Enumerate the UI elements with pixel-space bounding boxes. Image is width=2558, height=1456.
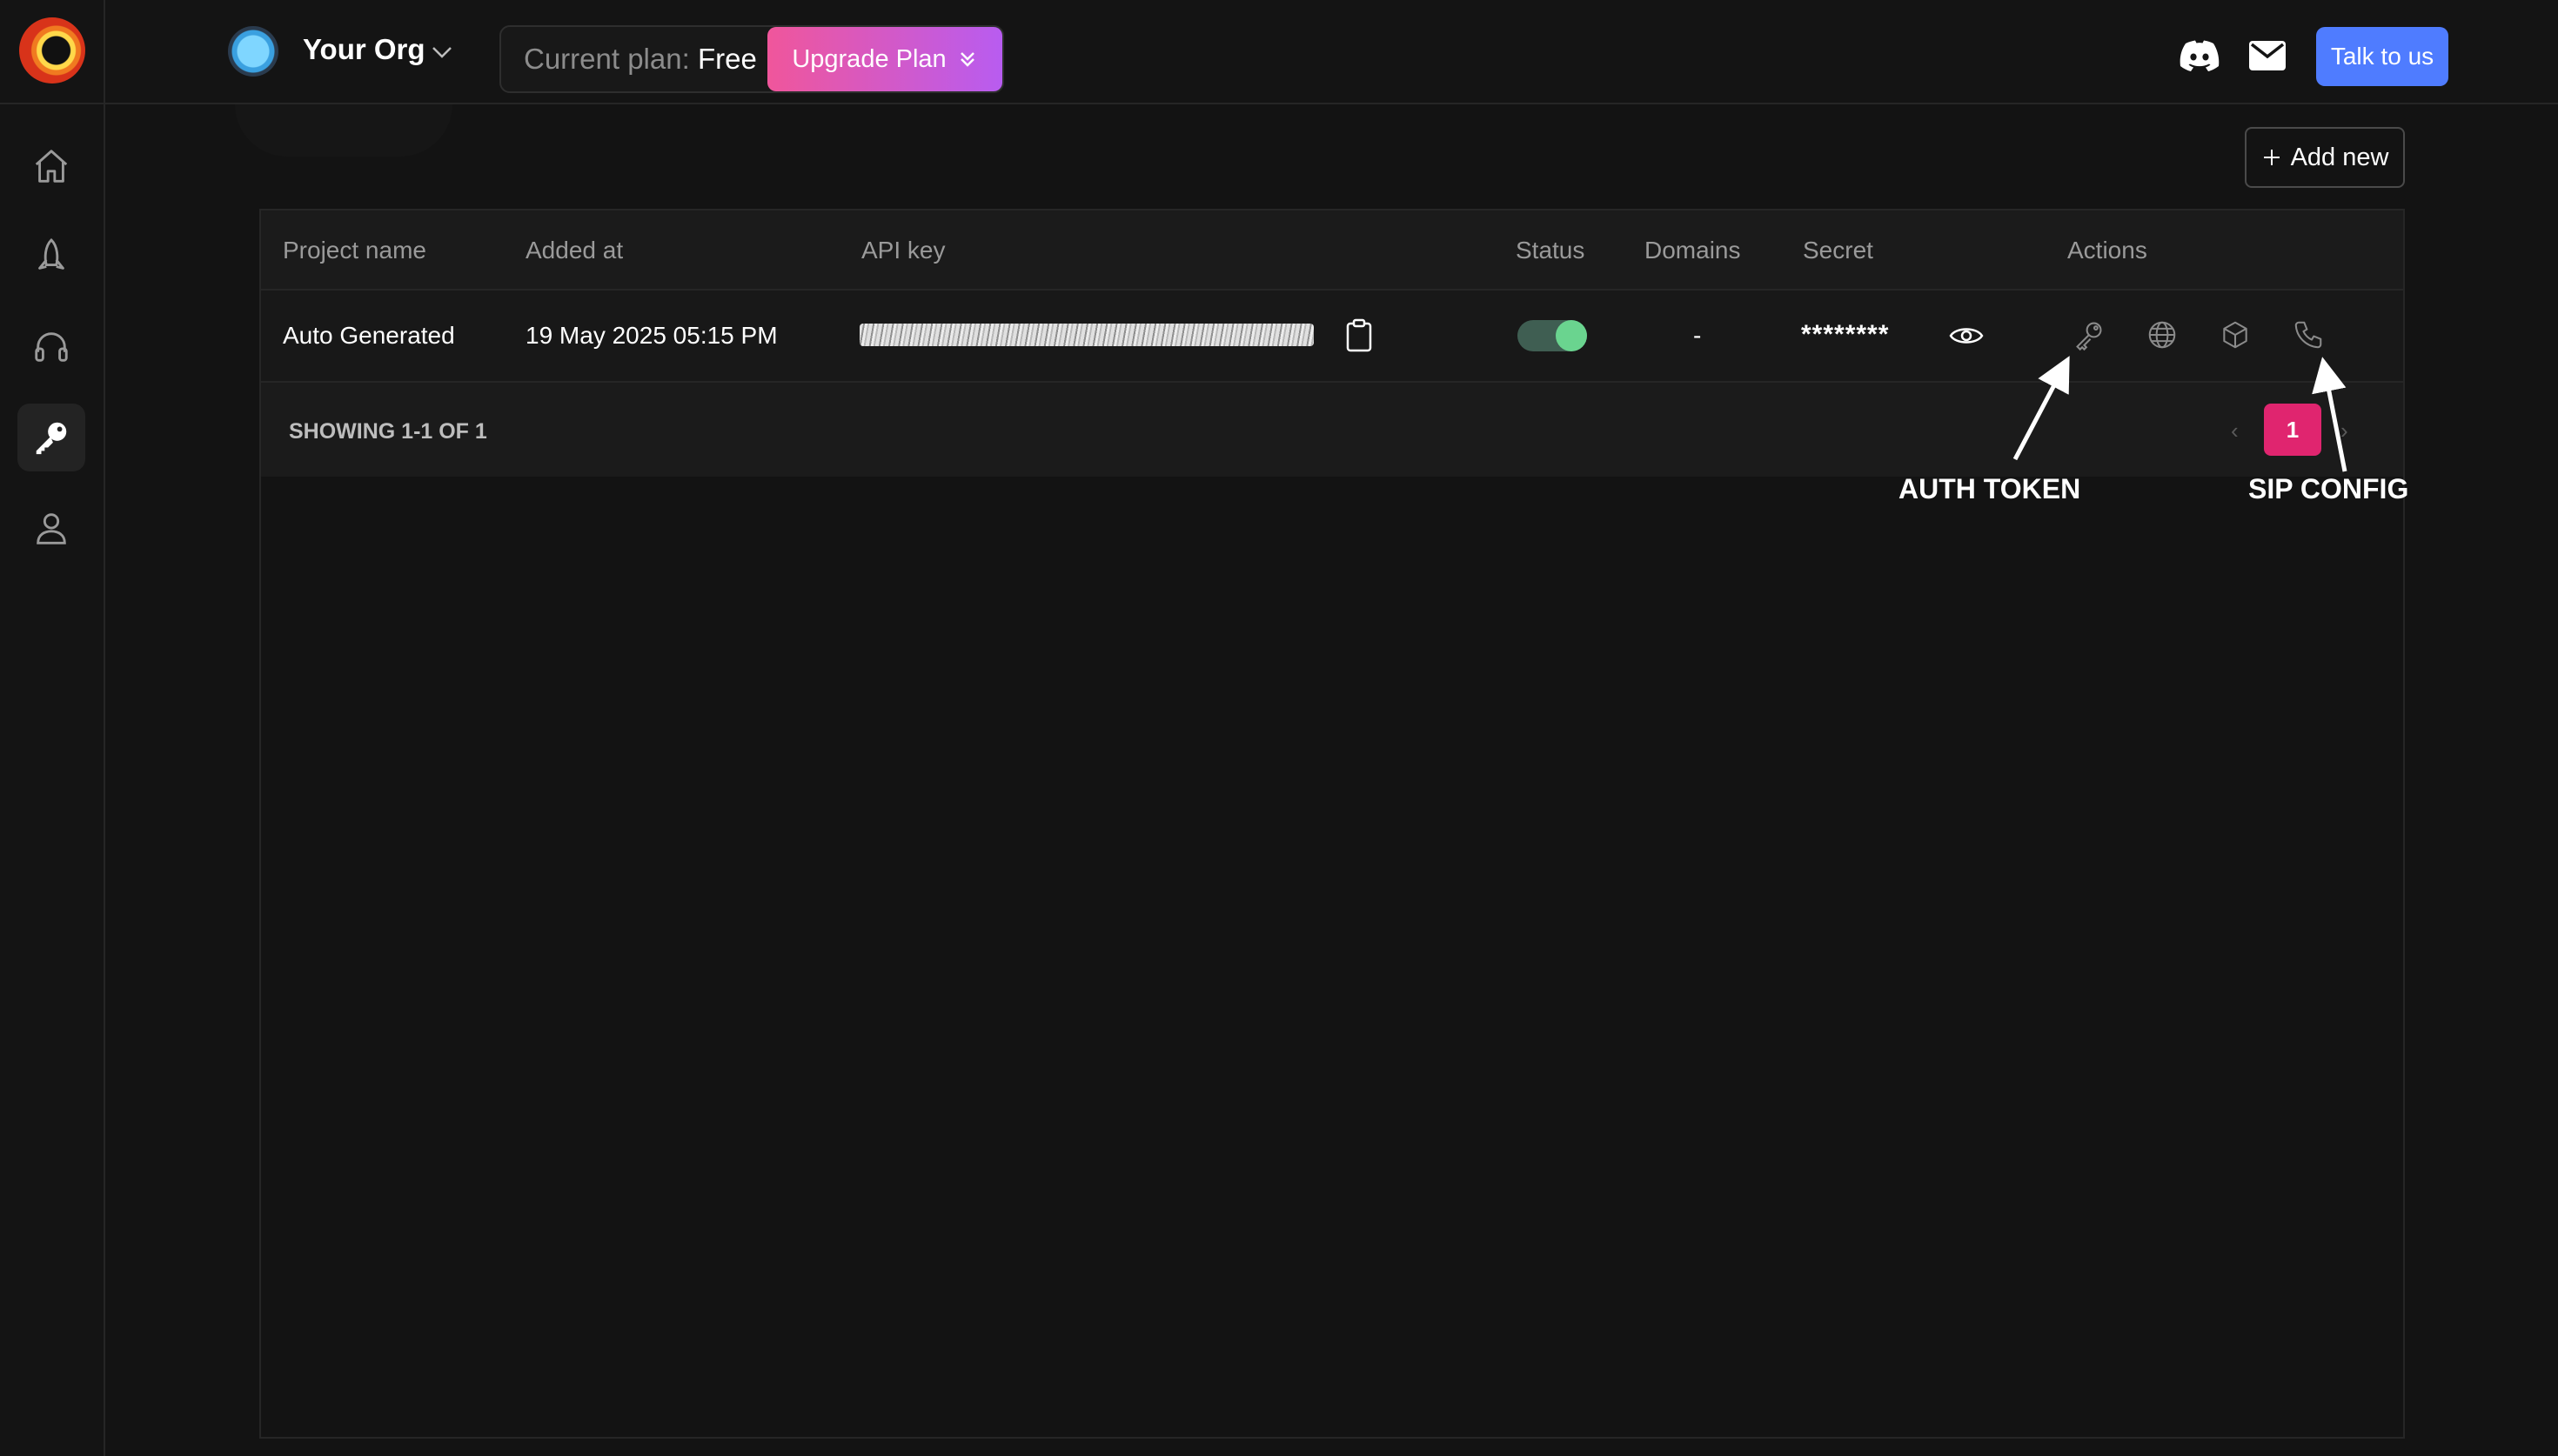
- sidebar: [0, 0, 105, 1456]
- column-header-project-name[interactable]: Project name: [283, 237, 426, 264]
- sidebar-divider: [0, 103, 104, 104]
- globe-icon[interactable]: [2146, 318, 2179, 351]
- column-header-status[interactable]: Status: [1516, 237, 1584, 264]
- chevron-down-icon[interactable]: [430, 43, 454, 61]
- project-name-cell: Auto Generated: [283, 322, 455, 349]
- sidebar-item-home[interactable]: [17, 132, 85, 200]
- phone-icon[interactable]: [2292, 318, 2325, 351]
- upgrade-plan-label: Upgrade Plan: [792, 44, 947, 73]
- current-plan: Current plan: Free: [524, 43, 757, 76]
- added-at-cell: 19 May 2025 05:15 PM: [526, 322, 778, 349]
- column-header-actions[interactable]: Actions: [2067, 237, 2147, 264]
- discord-icon[interactable]: [2179, 38, 2220, 73]
- page-1-button[interactable]: 1: [2264, 404, 2321, 456]
- column-header-api-key[interactable]: API key: [861, 237, 945, 264]
- auth-token-annotation: AUTH TOKEN: [1898, 473, 2081, 504]
- headphones-icon: [35, 332, 68, 362]
- domains-cell: -: [1693, 322, 1702, 349]
- plan-label: Current plan:: [524, 43, 690, 75]
- clipboard-icon[interactable]: [1343, 318, 1375, 353]
- eye-icon[interactable]: [1949, 320, 1984, 351]
- sidebar-item-api-keys[interactable]: [17, 404, 85, 471]
- secret-masked: ********: [1801, 320, 1890, 349]
- app-logo[interactable]: [19, 17, 85, 83]
- plan-box: Current plan: Free Upgrade Plan: [499, 25, 1004, 93]
- add-new-button[interactable]: Add new: [2245, 127, 2405, 188]
- upgrade-plan-button[interactable]: Upgrade Plan: [767, 27, 1002, 91]
- status-toggle[interactable]: [1517, 320, 1587, 351]
- rocket-icon: [38, 238, 64, 270]
- talk-to-us-button[interactable]: Talk to us: [2316, 27, 2448, 86]
- add-new-label: Add new: [2290, 143, 2389, 171]
- cube-icon[interactable]: [2219, 318, 2252, 351]
- home-icon: [35, 150, 68, 183]
- sidebar-item-deploy[interactable]: [17, 223, 85, 291]
- decorative-shadow: [235, 104, 452, 157]
- prev-page-button[interactable]: ‹: [2231, 417, 2239, 444]
- toggle-knob: [1556, 320, 1587, 351]
- org-name[interactable]: Your Org: [303, 33, 425, 66]
- plus-icon: [2263, 150, 2280, 165]
- sidebar-item-support[interactable]: [17, 313, 85, 381]
- user-icon: [37, 513, 66, 544]
- mail-icon[interactable]: [2248, 40, 2287, 71]
- key-icon[interactable]: [2073, 318, 2106, 351]
- table-footer: SHOWING 1-1 OF 1 ‹ 1 ›: [261, 383, 2403, 477]
- double-chevron-down-icon: [960, 52, 974, 67]
- api-key-redacted: [860, 324, 1314, 346]
- sidebar-item-account[interactable]: [17, 494, 85, 562]
- projects-table: Project name Added at API key Status Dom…: [259, 209, 2405, 1439]
- pagination-summary: SHOWING 1-1 OF 1: [289, 419, 487, 444]
- plan-value: Free: [697, 43, 757, 75]
- column-header-domains[interactable]: Domains: [1644, 237, 1740, 264]
- column-header-added-at[interactable]: Added at: [526, 237, 623, 264]
- table-row: Auto Generated 19 May 2025 05:15 PM - **…: [261, 291, 2403, 383]
- key-icon: [36, 422, 67, 455]
- next-page-button[interactable]: ›: [2340, 417, 2348, 444]
- org-avatar[interactable]: [228, 26, 278, 77]
- column-header-secret[interactable]: Secret: [1803, 237, 1873, 264]
- table-header: Project name Added at API key Status Dom…: [261, 210, 2403, 291]
- sip-config-annotation: SIP CONFIG: [2248, 473, 2409, 504]
